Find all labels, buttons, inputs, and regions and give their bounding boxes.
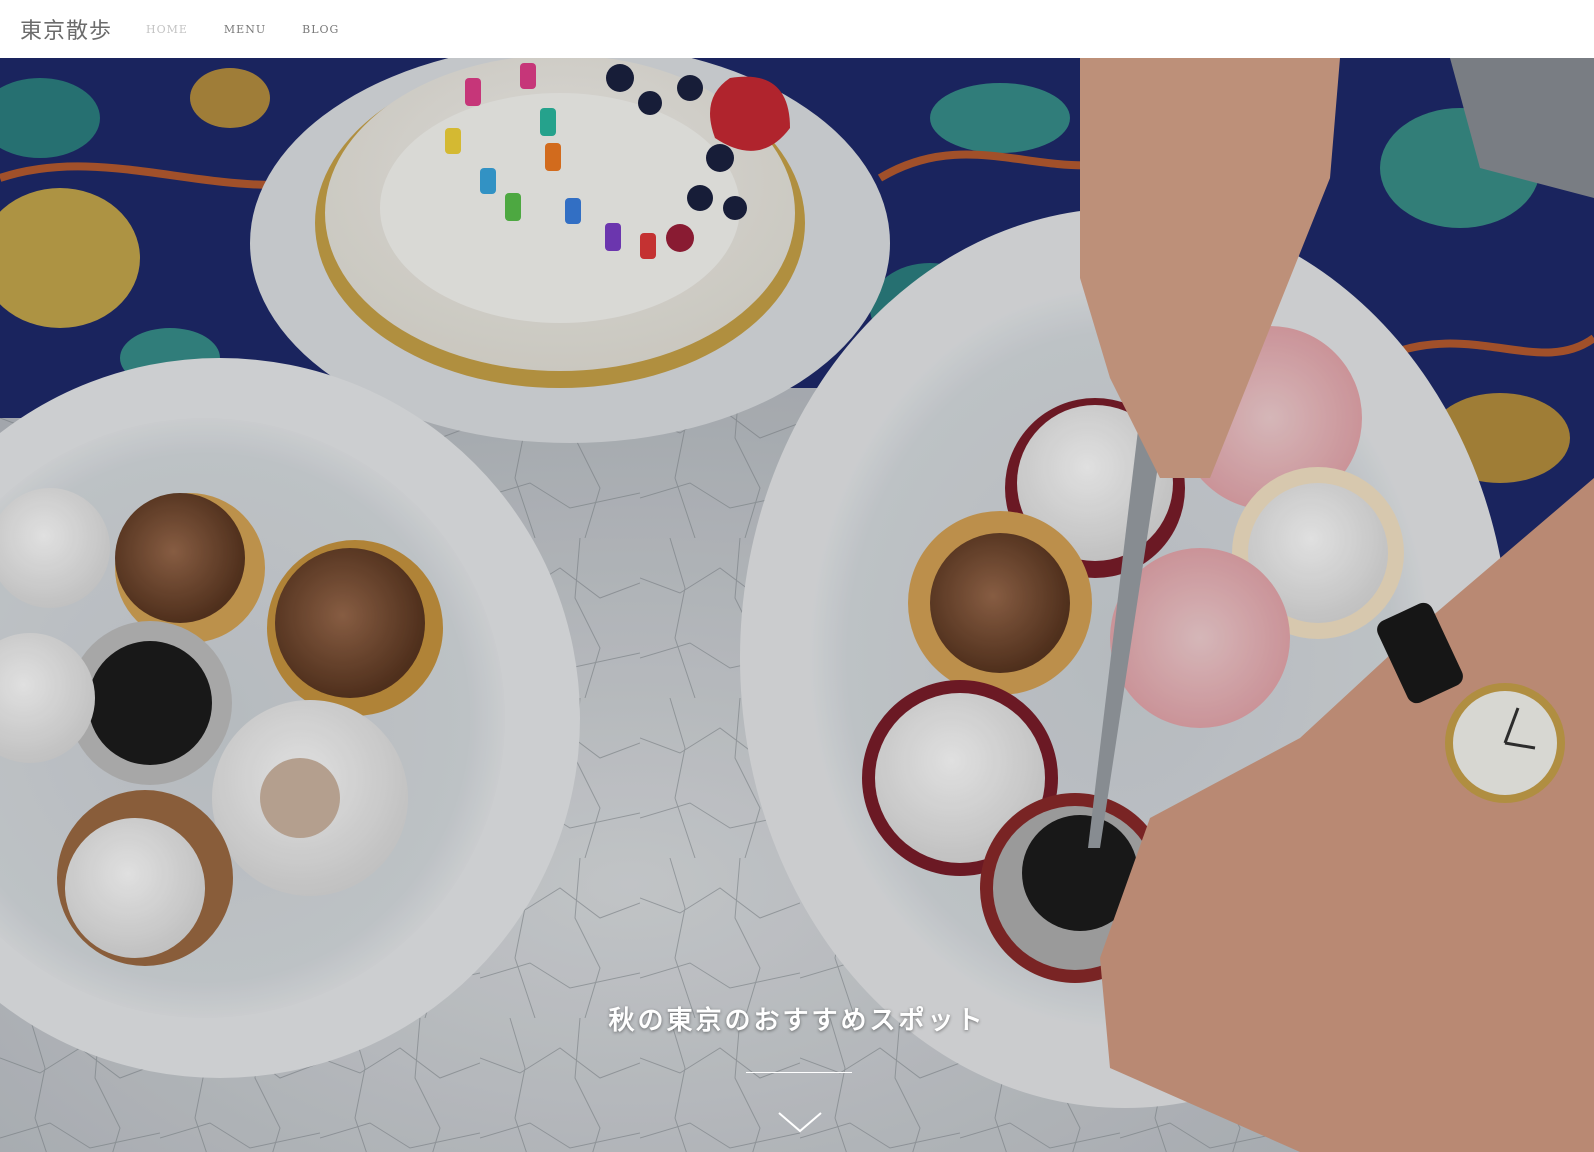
hero-overlay <box>0 58 1594 1152</box>
site-logo[interactable]: 東京散歩 <box>20 13 112 45</box>
tagline-divider <box>746 1072 852 1073</box>
nav-menu[interactable]: MENU <box>224 23 266 36</box>
main-nav: HOME MENU BLOG <box>146 23 339 36</box>
hero-tagline: 秋の東京のおすすめスポット <box>608 1006 986 1036</box>
nav-home[interactable]: HOME <box>146 23 188 36</box>
chevron-down-icon[interactable] <box>777 1110 823 1134</box>
site-header: 東京散歩 HOME MENU BLOG <box>0 0 1594 58</box>
nav-blog[interactable]: BLOG <box>302 23 339 36</box>
hero-section <box>0 58 1594 1152</box>
